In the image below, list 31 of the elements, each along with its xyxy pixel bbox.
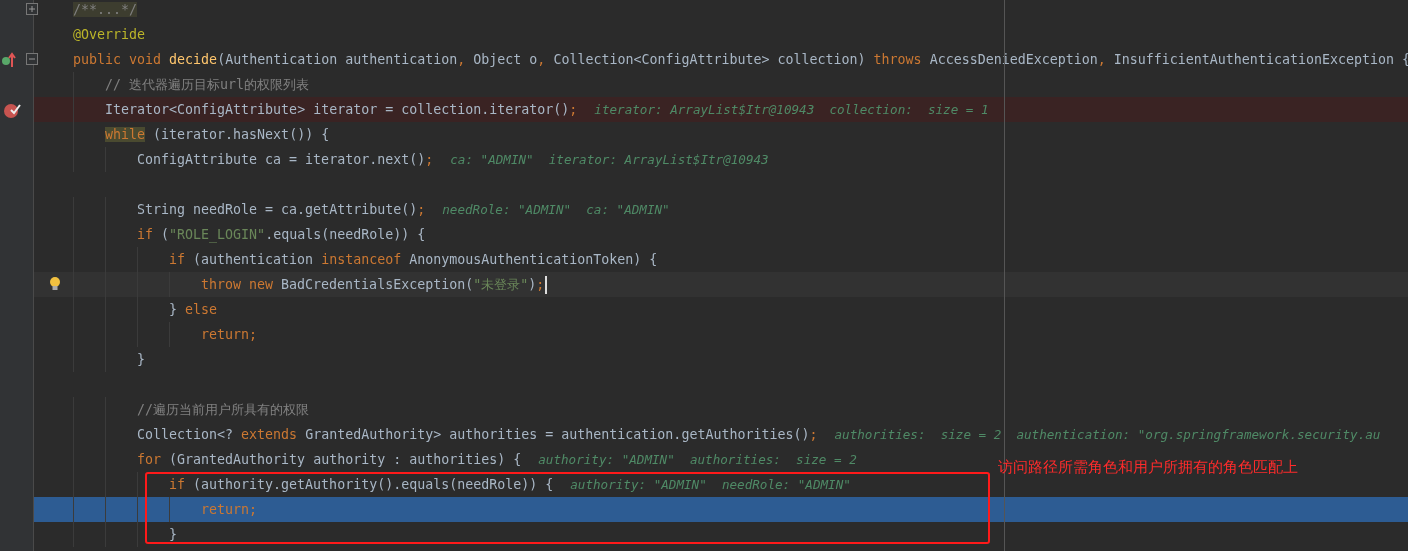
- code-line: //遍历当前用户所具有的权限: [137, 400, 309, 419]
- inline-debug-value: ca: "ADMIN" iterator: ArrayList$Itr@10943: [450, 152, 769, 167]
- inline-debug-value: authority: "ADMIN" authorities: size = 2: [538, 452, 857, 467]
- code-line: return;: [201, 502, 258, 517]
- code-line: ConfigAttribute ca = iterator.next();: [137, 152, 434, 167]
- code-line: String needRole = ca.getAttribute();: [137, 202, 426, 217]
- code-line: }: [137, 352, 145, 367]
- inline-debug-value: iterator: ArrayList$Itr@10943 collection: size = 1: [594, 102, 989, 117]
- code-line: if ("ROLE_LOGIN".equals(needRole)) {: [137, 227, 426, 242]
- code-line: return;: [201, 327, 258, 342]
- lightbulb-icon[interactable]: [49, 276, 61, 292]
- fold-expand-icon[interactable]: [26, 3, 38, 15]
- annotation-note: 访问路径所需角色和用户所拥有的角色匹配上: [998, 458, 1298, 477]
- text-cursor: [545, 275, 548, 294]
- override-marker-icon[interactable]: [2, 51, 16, 68]
- fold-collapse-icon[interactable]: [26, 53, 38, 65]
- code-line: Iterator<ConfigAttribute> iterator = collection.iterator();: [105, 102, 578, 117]
- code-line: // 迭代器遍历目标url的权限列表: [105, 75, 310, 94]
- code-line: Collection<? extends GrantedAuthority> authorities = authentication.getAuthorities();: [137, 427, 818, 442]
- inline-debug-value: authorities: size = 2 authentication: "org.springframework.security.au: [834, 427, 1381, 442]
- code-line: @Override: [73, 27, 146, 42]
- code-line: for (GrantedAuthority authority : authorities) {: [137, 452, 522, 467]
- code-line: if (authentication instanceof AnonymousAuthenticationToken) {: [169, 252, 658, 267]
- code-line: }: [169, 527, 177, 542]
- code-line: throw new BadCredentialsException("未登录");: [201, 275, 545, 294]
- code-line: if (authority.getAuthority().equals(needRole)) {: [169, 477, 554, 492]
- inline-debug-value: authority: "ADMIN" needRole: "ADMIN": [570, 477, 851, 492]
- inline-debug-value: needRole: "ADMIN" ca: "ADMIN": [442, 202, 670, 217]
- code-line: while (iterator.hasNext()) {: [105, 127, 330, 142]
- code-line: public void decide(Authentication authentication, Object o, Collection<ConfigAttribute> collection) throws AccessDeniedException, InsufficientAuthenticationException {: [73, 52, 1408, 67]
- code-line: } else: [169, 302, 218, 317]
